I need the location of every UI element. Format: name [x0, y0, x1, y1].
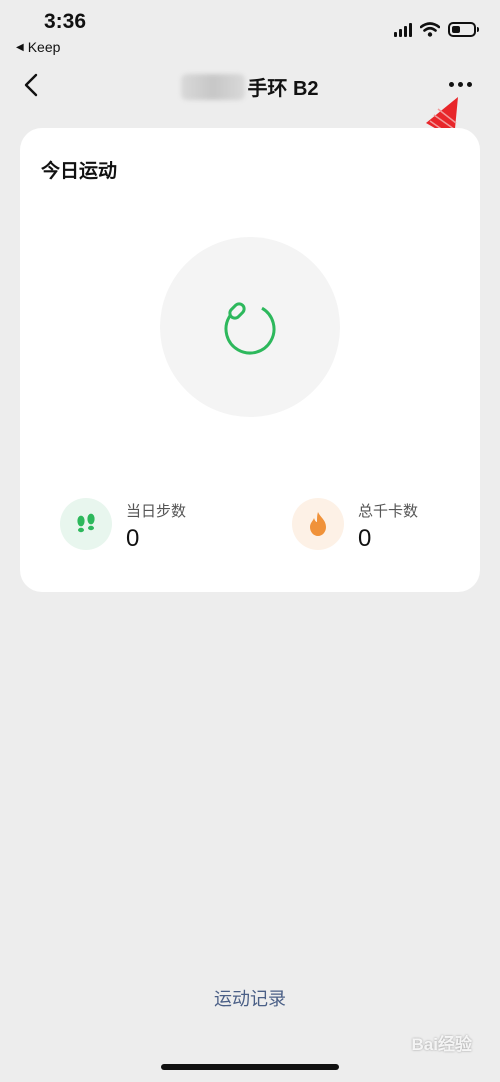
calories-value: 0	[358, 525, 372, 552]
wifi-icon	[420, 22, 440, 37]
calories-label: 总千卡数	[358, 503, 419, 520]
card-title: 今日运动	[41, 161, 118, 182]
page-title-text: 手环 B2	[247, 78, 319, 100]
home-indicator[interactable]	[161, 1064, 339, 1070]
calories-stat: 总千卡数 0	[292, 498, 418, 553]
status-icons	[394, 22, 479, 37]
footprints-icon	[60, 498, 112, 550]
back-app-label: Keep	[27, 39, 61, 55]
activity-ring-icon	[224, 302, 276, 355]
back-triangle-icon: ◀	[16, 41, 24, 53]
steps-label: 当日步数	[126, 503, 187, 520]
battery-icon	[448, 22, 479, 37]
status-bar: 3:36 ◀ Keep	[0, 0, 500, 60]
status-time: 3:36	[44, 10, 87, 33]
signal-icon	[394, 22, 412, 37]
steps-value: 0	[126, 525, 140, 552]
blurred-device-name	[181, 73, 246, 100]
back-to-app-link[interactable]: ◀ Keep	[16, 39, 60, 55]
activity-history-link[interactable]: 运动记录	[0, 985, 500, 1011]
steps-stat: 当日步数 0	[60, 498, 186, 553]
activity-ring	[160, 237, 340, 417]
today-activity-card: 今日运动 当日步数 0 总千卡数 0	[20, 128, 480, 592]
flame-icon	[292, 498, 344, 550]
watermark: Bai经验	[411, 1035, 472, 1054]
